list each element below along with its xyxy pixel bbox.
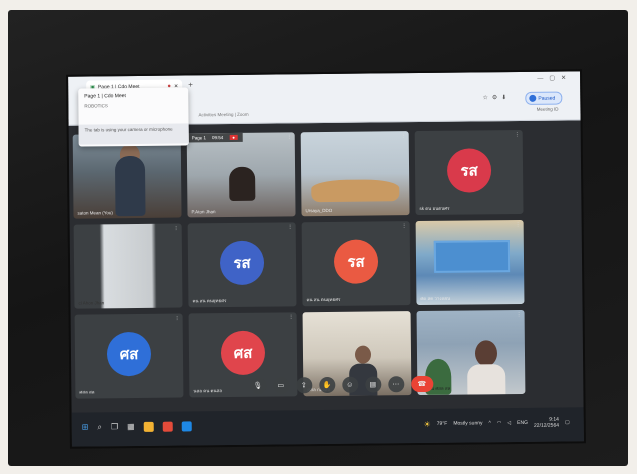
camera-icon[interactable]: ▭ — [272, 377, 289, 394]
participant-avatar: รส — [333, 239, 379, 284]
participant-name: คน สน ตนยุทธศร — [306, 296, 341, 303]
widgets-icon[interactable]: ▦ — [127, 422, 135, 432]
notifications-icon[interactable]: ▢ — [565, 419, 570, 425]
participant-avatar: ศส — [220, 330, 266, 376]
participant-avatar: ศส — [106, 331, 152, 377]
more-options-icon[interactable]: ⋮ — [288, 224, 293, 230]
more-options-icon[interactable]: ⋮ — [402, 223, 407, 229]
popup-notice: The tab is using your camera or micropho… — [78, 123, 189, 145]
meeting-controls: 🎙 ▭ ⇪ ✋ ☺ ▤ ⋯ ☎ — [191, 372, 491, 397]
more-options-icon[interactable]: ⋮ — [517, 312, 522, 318]
new-tab-button[interactable]: + — [188, 80, 193, 89]
participant-tile[interactable]: ⋮ Ursaya_DDO — [300, 131, 410, 217]
participant-tile[interactable]: ศส ⋮ ศสล สล — [74, 313, 184, 399]
popup-subtitle: ROBOTICS — [84, 103, 108, 109]
system-tray: ☀ 79°F Mostly sunny ^ ◠ ◁ ENG 9:14 22/12… — [423, 416, 569, 430]
participant-tile[interactable]: Page 1 09:54 ● ⋮ P.Aton Jhan — [186, 132, 296, 218]
profile-avatar-icon — [529, 94, 537, 102]
photo-frame: ▣ Page 1 | Cdo Meet ● ✕ + —▢✕ Activities… — [8, 10, 628, 466]
tray-chevron-icon[interactable]: ^ — [488, 420, 490, 426]
participant-name: ศด สด วางแผน — [420, 295, 451, 302]
participant-tile[interactable]: รส ⋮ sk ตน อนตนศร — [414, 129, 524, 216]
end-call-button[interactable]: ☎ — [410, 375, 433, 393]
meeting-info-bar: Page 1 09:54 ● — [186, 132, 244, 143]
participant-name: P.Aton Jhan — [191, 209, 216, 215]
more-options-icon[interactable]: ⋮ — [401, 133, 406, 139]
window-controls[interactable]: —▢✕ — [537, 74, 572, 81]
present-icon[interactable]: ⇪ — [295, 377, 312, 394]
clock-date: 22/12/2564 — [533, 422, 560, 429]
raise-hand-icon[interactable]: ✋ — [318, 376, 335, 394]
participant-name: ศสล สล — [79, 389, 95, 395]
meeting-id-label[interactable]: Meeting ID — [537, 107, 559, 112]
profile-paused-button[interactable]: Paused — [525, 91, 563, 105]
page-label: Page 1 — [191, 135, 207, 141]
reactions-icon[interactable]: ☺ — [341, 376, 358, 393]
taskbar-clock[interactable]: 9:14 22/12/2564 — [534, 417, 559, 429]
mic-icon[interactable]: 🎙 — [249, 377, 266, 394]
participant-avatar: รส — [446, 148, 492, 193]
file-explorer-icon[interactable] — [143, 421, 154, 432]
participant-name: cl Ahon Jhan — [78, 300, 105, 306]
more-options-icon[interactable]: ⋮ — [515, 132, 520, 138]
more-options-icon[interactable]: ⋮ — [403, 313, 408, 319]
more-options-icon[interactable]: ⋮ — [174, 226, 179, 232]
edge-icon[interactable] — [181, 421, 192, 432]
participant-avatar: รส — [219, 240, 265, 286]
volume-icon[interactable]: ◁ — [507, 420, 511, 426]
paused-label: Paused — [538, 95, 556, 102]
chrome-icon[interactable] — [162, 421, 173, 432]
network-icon[interactable]: ◠ — [497, 420, 501, 426]
participant-name: Ursaya_DDO — [305, 207, 333, 214]
record-icon: ● — [229, 134, 238, 141]
task-view-icon[interactable]: ❐ — [111, 422, 118, 432]
participant-name: คน สน ตนยุทธศร — [192, 298, 227, 304]
captions-icon[interactable]: ▤ — [364, 376, 381, 393]
more-options-icon[interactable]: ⋮ — [289, 314, 294, 320]
participant-tile[interactable]: ⋮ ศด สด วางแผน — [415, 219, 525, 306]
tab-hover-popup: Page 1 | Cdo Meet ROBOTICS The tab is us… — [78, 87, 189, 147]
meeting-time: 09:54 — [211, 135, 224, 141]
participant-video — [311, 179, 400, 203]
participant-video-head — [474, 340, 498, 367]
more-options-icon[interactable]: ⋮ — [175, 316, 180, 322]
more-options-icon[interactable]: ⋮ — [516, 222, 521, 228]
popup-title: Page 1 | Cdo Meet — [84, 93, 126, 100]
participant-tile[interactable]: รส ⋮ คน สน ตนยุทธศร — [301, 221, 411, 307]
more-icon[interactable]: ⋯ — [387, 376, 404, 393]
participant-video-body — [114, 155, 146, 217]
participant-video — [433, 240, 511, 273]
participant-tile[interactable]: ⋮ cl Ahon Jhan — [73, 223, 183, 309]
meeting-grid: ⋮ saton Mean (You) Page 1 09:54 ● ⋮ P.At… — [72, 129, 580, 408]
participant-video — [354, 345, 372, 364]
page-toolbar-text: Activities Meeting | Zoom — [198, 111, 249, 118]
extension-icons[interactable]: ☆⚙⬇ — [482, 94, 510, 101]
search-icon[interactable]: ⌕ — [97, 422, 102, 432]
participant-tile[interactable]: รส ⋮ คน สน ตนยุทธศร — [187, 222, 297, 308]
more-options-icon[interactable]: ⋮ — [287, 134, 292, 140]
participant-name: saton Mean (You) — [77, 210, 113, 216]
participant-video — [229, 166, 256, 202]
taskbar-apps: ⊞ ⌕ ❐ ▦ — [82, 421, 192, 432]
participant-name: sk ตน อนตนศร — [419, 205, 450, 212]
projector-screen: ▣ Page 1 | Cdo Meet ● ✕ + —▢✕ Activities… — [68, 71, 584, 447]
weather-sun-icon: ☀ — [423, 419, 431, 429]
weather-text[interactable]: Mostly sunny — [453, 420, 482, 426]
language-indicator[interactable]: ENG — [517, 420, 528, 426]
windows-taskbar: ⊞ ⌕ ❐ ▦ ☀ 79°F Mostly sunny ^ ◠ ◁ ENG 9:… — [71, 407, 584, 447]
weather-temp[interactable]: 79°F — [437, 421, 448, 427]
windows-start-icon[interactable]: ⊞ — [82, 422, 89, 432]
